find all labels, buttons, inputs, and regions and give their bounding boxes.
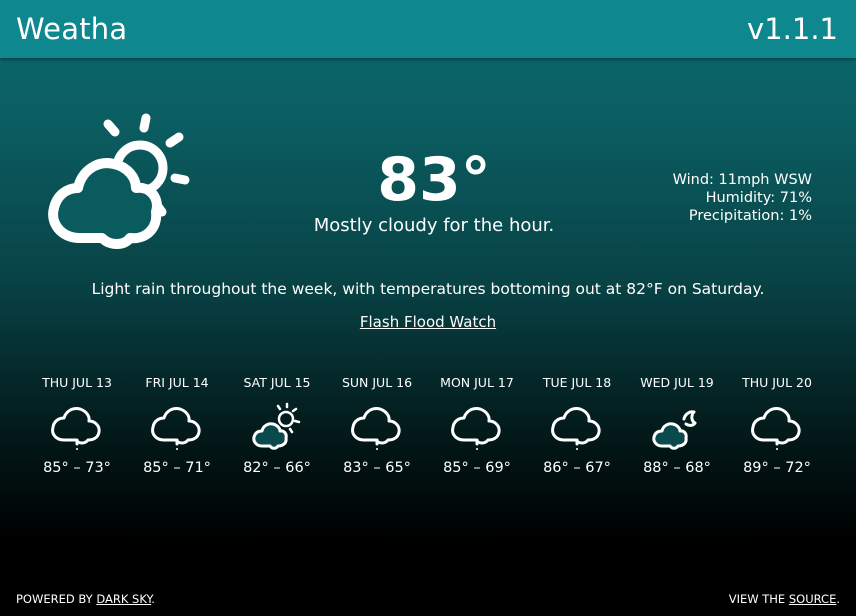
- rain-icon: [351, 407, 401, 450]
- rain-icon: [551, 407, 601, 450]
- humidity-reading: Humidity: 71%: [705, 190, 812, 206]
- forecast-day: THU JUL 20 89° – 72°: [727, 374, 827, 504]
- title-bar: Weatha v1.1.1: [0, 0, 856, 58]
- forecast-day-label: THU JUL 13: [42, 375, 112, 390]
- forecast-temp-range: 89° – 72°: [743, 460, 811, 476]
- dark-sky-link[interactable]: DARK SKY: [96, 592, 151, 606]
- forecast-day: WED JUL 19 88° – 68°: [627, 374, 727, 504]
- forecast-temp-range: 83° – 65°: [343, 460, 411, 476]
- version-label: v1.1.1: [747, 12, 838, 46]
- view-source: VIEW THE SOURCE.: [729, 591, 840, 607]
- forecast-day: FRI JUL 14 85° – 71°: [127, 374, 227, 504]
- forecast-temp-range: 88° – 68°: [643, 460, 711, 476]
- source-link[interactable]: SOURCE: [789, 592, 836, 606]
- partly-cloudy-day-icon: [48, 113, 190, 249]
- forecast-day: TUE JUL 18 86° – 67°: [527, 374, 627, 504]
- rain-icon: [51, 407, 101, 450]
- forecast-day-label: TUE JUL 18: [542, 375, 612, 390]
- powered-by-suffix: .: [151, 592, 155, 606]
- powered-by-prefix: POWERED BY: [16, 592, 97, 606]
- forecast-day-label: SAT JUL 15: [243, 375, 311, 390]
- powered-by: POWERED BY DARK SKY.: [16, 591, 155, 607]
- forecast-day-label: WED JUL 19: [640, 375, 714, 390]
- daily-forecast: THU JUL 13 85° – 73° FRI JUL 14 85° – 71…: [27, 374, 827, 504]
- current-temperature: 83°: [377, 145, 491, 215]
- flash-flood-watch-link[interactable]: Flash Flood Watch: [360, 313, 496, 331]
- current-summary: Mostly cloudy for the hour.: [313, 215, 555, 236]
- forecast-temp-range: 85° – 69°: [443, 460, 511, 476]
- rain-icon: [751, 407, 801, 450]
- view-source-suffix: .: [836, 592, 840, 606]
- weather-app: Weatha v1.1.1 83° Mostly cloudy for the …: [0, 0, 856, 616]
- partly-cloudy-night-icon: [652, 410, 697, 450]
- forecast-day-label: SUN JUL 16: [341, 375, 413, 390]
- forecast-temp-range: 86° – 67°: [543, 460, 611, 476]
- week-summary: Light rain throughout the week, with tem…: [91, 280, 765, 298]
- rain-icon: [451, 407, 501, 450]
- forecast-day: THU JUL 13 85° – 73°: [27, 374, 127, 504]
- partly-cloudy-day-icon: [252, 402, 301, 450]
- view-source-prefix: VIEW THE: [728, 592, 789, 606]
- forecast-day: SAT JUL 15 82° – 66°: [227, 374, 327, 504]
- wind-reading: Wind: 11mph WSW: [672, 172, 812, 188]
- forecast-temp-range: 85° – 73°: [43, 460, 111, 476]
- forecast-temp-range: 82° – 66°: [243, 460, 311, 476]
- forecast-day-label: THU JUL 20: [742, 375, 812, 390]
- forecast-day-label: MON JUL 17: [440, 375, 514, 390]
- forecast-day-label: FRI JUL 14: [145, 375, 209, 390]
- forecast-day: MON JUL 17 85° – 69°: [427, 374, 527, 504]
- alert-container: Flash Flood Watch: [0, 312, 856, 332]
- app-title: Weatha: [16, 12, 128, 46]
- forecast-temp-range: 85° – 71°: [143, 460, 211, 476]
- rain-icon: [151, 407, 201, 450]
- current-details: Wind: 11mph WSW Humidity: 71% Precipitat…: [673, 171, 812, 225]
- precipitation-reading: Precipitation: 1%: [688, 208, 812, 224]
- forecast-day: SUN JUL 16 83° – 65°: [327, 374, 427, 504]
